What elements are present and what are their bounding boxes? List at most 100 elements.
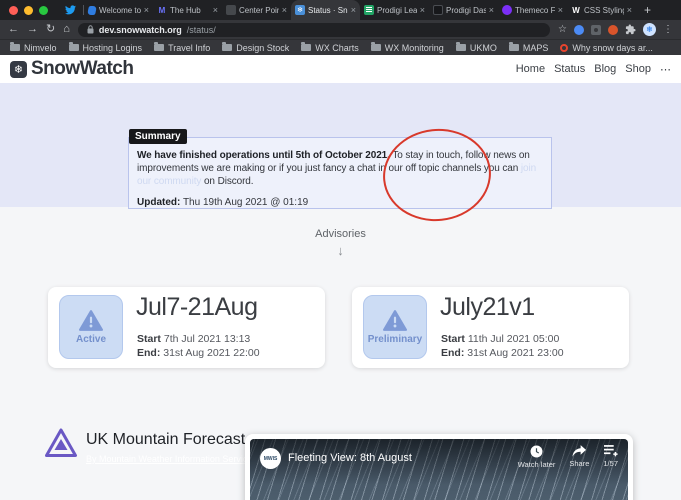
bookmark-folder-wx-charts[interactable]: WX Charts [301, 42, 359, 53]
extensions-puzzle-icon[interactable] [625, 24, 636, 35]
bookmark-label: MAPS [522, 42, 549, 53]
youtube-player[interactable]: MWIS Fleeting View: 8th August Watch lat… [250, 439, 628, 500]
bookmark-folder-nimvelo[interactable]: Nimvelo [10, 42, 57, 53]
forward-button[interactable]: → [27, 24, 38, 35]
summary-label: Summary [129, 129, 187, 144]
advisory-card-active[interactable]: Active Jul7-21Aug Start 7th Jul 2021 13:… [48, 287, 325, 368]
tab-prodigi-dashboard[interactable]: Prodigi Dashbo × [429, 0, 498, 20]
advisory-title: July21v1 [440, 293, 535, 321]
summary-text: We have finished operations until 5th of… [137, 149, 543, 188]
tab-the-hub[interactable]: M The Hub × [153, 0, 222, 20]
nav-shop[interactable]: Shop [625, 63, 651, 75]
bookmark-label: WX Charts [315, 42, 359, 53]
advisory-title: Jul7-21Aug [136, 293, 258, 321]
w3schools-icon: W [572, 5, 580, 15]
bookmark-folder-travel-info[interactable]: Travel Info [154, 42, 211, 53]
folder-icon [68, 42, 79, 51]
summary-lead: We have finished operations until 5th of… [137, 150, 390, 161]
end-label: End: [441, 347, 465, 359]
extension-icon-camera[interactable] [591, 24, 601, 35]
bookmark-label: Why snow days ar... [572, 42, 653, 53]
tab-title: Prodigi Dashbo [446, 5, 486, 15]
advisory-end: End: 31st Aug 2021 23:00 [441, 346, 564, 360]
bookmark-label: WX Monitoring [384, 42, 444, 53]
tab-status-snowwatch-active[interactable]: ❄ Status · Snow × [291, 0, 360, 20]
tab-themeco-forum[interactable]: Themeco Foru × [498, 0, 567, 20]
uk-forecast-title: UK Mountain Forecast [86, 431, 246, 448]
folder-icon [455, 42, 466, 51]
advisory-card-preliminary[interactable]: Preliminary July21v1 Start 11th Jul 2021… [352, 287, 629, 368]
folder-icon [301, 42, 312, 51]
tab-center-point[interactable]: Center Point - × [222, 0, 291, 20]
site-logo[interactable]: ❄ SnowWatch [10, 58, 134, 80]
browser-window: Welcome to Tr × M The Hub × Center Point… [0, 0, 681, 500]
advisories-heading: Advisories [315, 228, 366, 240]
close-tab-icon[interactable]: × [213, 5, 218, 15]
advisory-start: Start 7th Jul 2021 13:13 [137, 332, 260, 346]
nav-home[interactable]: Home [516, 63, 545, 75]
twitter-icon [64, 5, 76, 15]
bookmark-folder-ukmo[interactable]: UKMO [455, 42, 497, 53]
nav-blog[interactable]: Blog [594, 63, 616, 75]
end-label: End: [137, 347, 161, 359]
bookmark-why-snow-days[interactable]: Why snow days ar... [560, 43, 653, 53]
extension-icon-red[interactable] [608, 24, 618, 35]
tab-title: Status · Snow [308, 5, 348, 15]
tab-title: Themeco Foru [515, 5, 555, 15]
hub-site-icon: M [158, 5, 166, 15]
close-tab-icon[interactable]: × [420, 5, 425, 15]
bookmark-folder-wx-monitoring[interactable]: WX Monitoring [370, 42, 444, 53]
close-tab-icon[interactable]: × [144, 5, 149, 15]
tab-title: CSS Styling Li [584, 5, 624, 15]
close-tab-icon[interactable]: × [489, 5, 494, 15]
bookmark-star-icon[interactable]: ☆ [558, 24, 567, 35]
bookmark-folder-hosting-logins[interactable]: Hosting Logins [68, 42, 142, 53]
bookmark-folder-design-stock[interactable]: Design Stock [222, 42, 290, 53]
bookmark-label: Travel Info [168, 42, 211, 53]
google-sheets-icon [364, 5, 374, 15]
red-circle-favicon [560, 43, 569, 52]
nav-more-icon[interactable]: ⋯ [660, 63, 671, 76]
bookmark-folder-maps[interactable]: MAPS [508, 42, 549, 53]
video-controls: Watch later Share 1/57 [518, 445, 618, 469]
minimize-window-button[interactable] [24, 5, 33, 15]
playlist-button[interactable]: 1/57 [603, 445, 618, 469]
end-value: 31st Aug 2021 22:00 [163, 347, 260, 359]
browser-menu-icon[interactable]: ⋮ [663, 24, 673, 35]
extension-icon-blue[interactable] [574, 24, 584, 35]
window-controls [0, 0, 57, 20]
home-button[interactable]: ⌂ [63, 24, 70, 35]
tab-strip: Welcome to Tr × M The Hub × Center Point… [0, 0, 681, 20]
close-window-button[interactable] [9, 5, 18, 15]
close-tab-icon[interactable]: × [351, 5, 356, 15]
close-tab-icon[interactable]: × [627, 5, 632, 15]
tab-css-styling[interactable]: W CSS Styling Li × [567, 0, 636, 20]
tab-prodigi-least[interactable]: Prodigi Least C × [360, 0, 429, 20]
video-title-link[interactable]: Fleeting View: 8th August [288, 452, 412, 464]
mwis-channel-avatar[interactable]: MWIS [260, 448, 281, 469]
video-embed-card: MWIS Fleeting View: 8th August Watch lat… [245, 434, 633, 500]
back-button[interactable]: ← [8, 24, 19, 35]
new-tab-button[interactable]: + [636, 0, 659, 20]
bookmark-label: Design Stock [236, 42, 290, 53]
share-button[interactable]: Share [569, 445, 589, 469]
reload-button[interactable]: ↻ [46, 24, 55, 35]
start-value: 11th Jul 2021 05:00 [467, 333, 560, 345]
bookmark-label: UKMO [469, 42, 497, 53]
profile-avatar[interactable]: ❄ [643, 23, 656, 36]
close-tab-icon[interactable]: × [282, 5, 287, 15]
maximize-window-button[interactable] [39, 5, 48, 15]
close-tab-icon[interactable]: × [558, 5, 563, 15]
nav-status[interactable]: Status [554, 63, 585, 75]
pinned-tab-twitter[interactable] [57, 0, 83, 20]
start-label: Start [441, 333, 465, 345]
mwis-attribution-link[interactable]: By Mountain Weather Information Service [86, 454, 252, 464]
address-bar[interactable]: dev.snowwatch.org/status/ [77, 22, 551, 37]
folder-icon [154, 42, 165, 51]
watch-later-button[interactable]: Watch later [518, 445, 555, 469]
folder-icon [508, 42, 519, 51]
tab-welcome[interactable]: Welcome to Tr × [84, 0, 153, 20]
folder-icon [370, 42, 381, 51]
bookmarks-bar: Nimvelo Hosting Logins Travel Info Desig… [0, 39, 681, 55]
advisory-start: Start 11th Jul 2021 05:00 [441, 332, 564, 346]
